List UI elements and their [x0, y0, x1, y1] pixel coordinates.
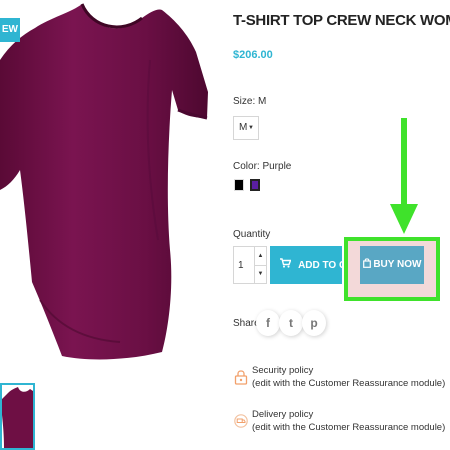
- add-to-cart-button[interactable]: ADD TO CAR: [270, 246, 342, 284]
- quantity-decrease-icon[interactable]: ▼: [254, 265, 266, 283]
- delivery-policy-subtitle: (edit with the Customer Reassurance modu…: [252, 422, 446, 433]
- pinterest-icon[interactable]: p: [302, 310, 326, 336]
- buy-now-button[interactable]: BUY NOW: [360, 246, 424, 284]
- lock-icon: [234, 370, 248, 385]
- security-policy: Security policy (edit with the Customer …: [252, 364, 445, 390]
- quantity-increase-icon[interactable]: ▲: [254, 247, 266, 266]
- size-select-value: M: [239, 122, 248, 133]
- product-price: $206.00: [233, 49, 273, 61]
- color-label: Color: Purple: [233, 161, 292, 172]
- color-swatch-purple[interactable]: [250, 179, 260, 191]
- security-policy-subtitle: (edit with the Customer Reassurance modu…: [252, 378, 446, 389]
- bag-icon: [362, 258, 374, 270]
- add-to-cart-label: ADD TO CAR: [298, 260, 342, 271]
- buy-now-label: BUY NOW: [373, 259, 422, 270]
- facebook-icon[interactable]: f: [256, 310, 280, 336]
- annotation-arrow-icon: [390, 118, 418, 234]
- delivery-policy-title: Delivery policy: [252, 409, 314, 420]
- truck-icon: [234, 414, 248, 428]
- new-badge: EW: [0, 18, 20, 42]
- size-select[interactable]: M ▼: [233, 116, 259, 140]
- quantity-label: Quantity: [233, 229, 271, 240]
- product-thumbnail[interactable]: [0, 383, 35, 450]
- twitter-icon[interactable]: t: [279, 310, 303, 336]
- cart-icon: [280, 258, 294, 271]
- tshirt-image: [0, 3, 208, 360]
- delivery-policy: Delivery policy (edit with the Customer …: [252, 408, 445, 434]
- quantity-stepper[interactable]: 1 ▲ ▼: [233, 246, 267, 284]
- size-label: Size: M: [233, 96, 267, 107]
- quantity-input[interactable]: 1: [238, 260, 244, 271]
- tshirt-thumbnail-image: [2, 387, 33, 448]
- security-policy-title: Security policy: [252, 365, 314, 376]
- color-swatch-black[interactable]: [234, 179, 244, 191]
- product-main-image[interactable]: [0, 0, 215, 375]
- product-title: T-SHIRT TOP CREW NECK WOMEN: [233, 12, 450, 29]
- chevron-down-icon: ▼: [248, 125, 254, 131]
- product-page: EW T-SHIRT TOP CREW NECK WOMEN $206.00 S…: [0, 0, 450, 450]
